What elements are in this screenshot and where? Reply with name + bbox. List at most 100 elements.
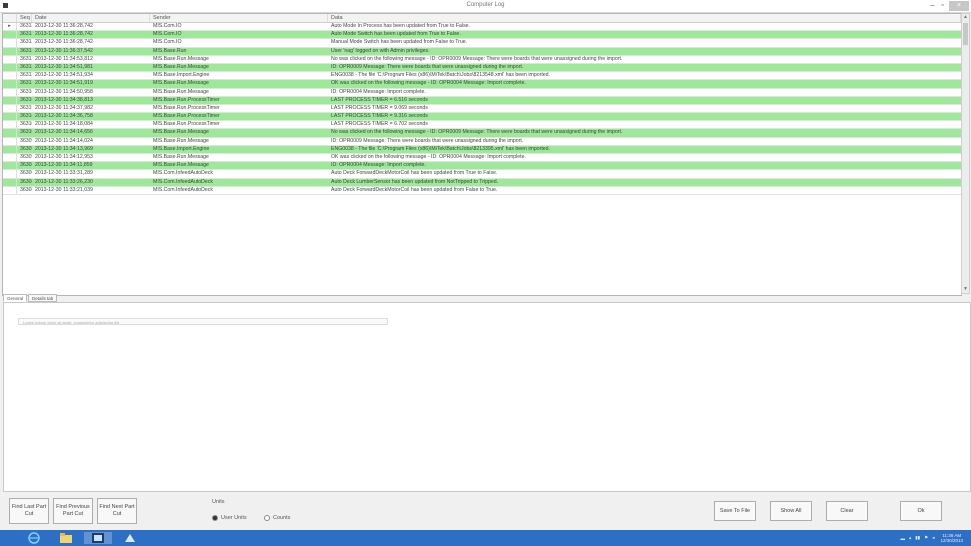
cell-data: No was clicked on the following message … xyxy=(331,55,623,62)
table-row[interactable]: 363132013-12-30 11:36:37,542 MIS.Base.Run… xyxy=(3,47,961,56)
grid-scrollbar[interactable]: ▲ ▼ xyxy=(961,13,970,294)
table-row[interactable]: 363082013-12-30 11:33:21,039 MIS.Com.Infe… xyxy=(3,186,961,195)
table-row[interactable]: 363192013-12-30 11:34:37,982 MIS.Base.Run… xyxy=(3,104,961,114)
clear-button[interactable]: Clear xyxy=(826,501,868,521)
tab-details[interactable]: Details tab xyxy=(28,294,58,302)
table-row[interactable]: 363162013-12-30 11:34:38,813 MIS.Base.Run… xyxy=(3,96,961,105)
maximize-button[interactable]: ▫ xyxy=(938,1,947,11)
header-data[interactable]: Data xyxy=(328,14,961,22)
clock[interactable]: 11:38 AM 12/30/2013 xyxy=(940,533,963,543)
cell-date: 2013-12-30 11:33:21,039 xyxy=(35,186,93,193)
cell-data: ENG0038 - The file 'C:\Program Files (x8… xyxy=(331,72,550,79)
flag-icon[interactable]: ⚑ xyxy=(924,535,928,541)
cell-seq: 36308 xyxy=(20,162,32,169)
table-row[interactable]: 363112013-12-30 11:34:51,934 MIS.Base.Imp… xyxy=(3,72,961,81)
grid-header: Seq Date Sender Data xyxy=(3,14,961,23)
cell-seq: 36312 xyxy=(20,55,32,62)
row-selector xyxy=(3,47,17,55)
cell-sender: MIS.Base.Run.ProcessTimer xyxy=(153,121,220,128)
table-row[interactable]: 363122013-12-30 11:36:28,742 MIS.Com.IO Au… xyxy=(3,31,961,40)
detail-field[interactable]: Lorem ipsum dolor sit amet, consectetur … xyxy=(18,318,388,325)
table-row[interactable]: 363182013-12-30 11:34:36,758 MIS.Base.Run… xyxy=(3,113,961,122)
cell-date: 2013-12-30 11:34:13,969 xyxy=(35,145,93,152)
cell-data: ID: OPR0004 Message: Import complete. xyxy=(331,88,426,95)
row-selector xyxy=(3,121,17,129)
scroll-down-arrow-icon[interactable]: ▼ xyxy=(962,286,969,293)
table-row[interactable]: 363092013-12-30 11:34:14,024 MIS.Base.Run… xyxy=(3,137,961,146)
minimize-button[interactable]: – xyxy=(928,1,937,11)
table-row[interactable]: 363122013-12-30 11:36:28,742 MIS.Com.IO Ma… xyxy=(3,39,961,48)
units-counts-option[interactable]: Counts xyxy=(264,515,290,521)
cell-date: 2013-12-30 11:34:53,812 xyxy=(35,55,93,62)
network-icon[interactable]: ▮▮ xyxy=(915,535,920,541)
cell-data: LAST PROCESS TIMER = 6.702 seconds xyxy=(331,121,428,128)
keyboard-icon[interactable]: ▬ xyxy=(900,536,905,541)
cell-seq: 36318 xyxy=(20,113,32,120)
table-row[interactable]: 363102013-12-30 11:34:14,656 MIS.Base.Run… xyxy=(3,129,961,138)
table-row[interactable]: 363162013-12-30 11:34:50,958 MIS.Base.Run… xyxy=(3,88,961,97)
cell-sender: MIS.Base.Run.Message xyxy=(153,137,209,144)
find-previous-part-cut-button[interactable]: Find Previous Part Cut xyxy=(53,498,93,524)
units-user-option[interactable]: User Units xyxy=(212,515,247,521)
table-row[interactable]: 363102013-12-30 11:34:18,084 MIS.Base.Run… xyxy=(3,121,961,130)
header-seq[interactable]: Seq xyxy=(17,14,32,22)
cell-sender: MIS.Com.InfeedAutoDeck xyxy=(153,170,213,177)
cell-seq: 36319 xyxy=(20,104,32,111)
table-row[interactable]: 363062013-12-30 11:33:31,289 MIS.Com.Infe… xyxy=(3,170,961,179)
cell-sender: MIS.Base.Run.Message xyxy=(153,154,209,160)
scroll-thumb[interactable] xyxy=(963,23,968,45)
cell-sender: MIS.Base.Import.Engine xyxy=(153,72,210,79)
find-next-part-cut-button[interactable]: Find Next Part Cut xyxy=(97,498,137,524)
cell-seq: 36312 xyxy=(20,39,32,46)
units-group: Units User Units Counts xyxy=(202,497,320,527)
cell-seq: 36312 xyxy=(20,80,32,87)
tab-general[interactable]: General xyxy=(3,294,28,302)
cell-sender: MIS.Com.InfeedAutoDeck xyxy=(153,178,213,185)
radio-selected-icon[interactable] xyxy=(212,515,218,521)
cell-sender: MIS.Base.Run.ProcessTimer xyxy=(153,104,220,111)
tray-arrow-icon[interactable]: ▴ xyxy=(909,535,911,541)
cell-sender: MIS.Base.Run.Message xyxy=(153,80,209,87)
radio-unselected-icon[interactable] xyxy=(264,515,270,521)
cell-data: OK was clicked on the following message … xyxy=(331,80,526,87)
table-row[interactable]: ▸363132013-12-30 11:36:28,742 MIS.Com.IO A… xyxy=(3,23,961,32)
units-label: Units xyxy=(212,499,225,505)
close-button[interactable]: × xyxy=(949,1,969,11)
log-grid[interactable]: Seq Date Sender Data ▸363132013-12-30 11… xyxy=(2,13,962,296)
save-to-file-button[interactable]: Save To File xyxy=(714,501,756,521)
row-selector xyxy=(3,72,17,80)
table-row[interactable]: 363112013-12-30 11:34:51,981 MIS.Base.Run… xyxy=(3,63,961,73)
row-selector xyxy=(3,145,17,153)
cell-seq: 36316 xyxy=(20,96,32,103)
table-row[interactable]: 363082013-12-30 11:34:11,859 MIS.Base.Run… xyxy=(3,162,961,171)
cell-sender: MIS.Base.Import.Engine xyxy=(153,145,210,152)
cell-seq: 36306 xyxy=(20,170,32,177)
table-row[interactable]: 363122013-12-30 11:34:51,919 MIS.Base.Run… xyxy=(3,80,961,89)
show-all-button[interactable]: Show All xyxy=(770,501,812,521)
internet-explorer-icon[interactable] xyxy=(20,532,48,544)
row-selector xyxy=(3,31,17,39)
table-row[interactable]: 363092013-12-30 11:34:12,953 MIS.Base.Run… xyxy=(3,154,961,163)
row-selector xyxy=(3,186,17,194)
cell-sender: MIS.Com.IO xyxy=(153,23,182,29)
scroll-up-arrow-icon[interactable]: ▲ xyxy=(962,14,969,21)
row-selector xyxy=(3,162,17,170)
header-date[interactable]: Date xyxy=(32,14,150,22)
row-selector xyxy=(3,170,17,178)
cell-sender: MIS.Base.Run.Message xyxy=(153,129,209,136)
ok-button[interactable]: Ok xyxy=(900,501,942,521)
cell-seq: 36312 xyxy=(20,31,32,38)
cell-sender: MIS.Com.IO xyxy=(153,39,182,46)
find-last-part-cut-button[interactable]: Find Last Part Cut xyxy=(9,498,49,524)
file-explorer-icon[interactable] xyxy=(52,532,80,544)
computer-log-app-icon[interactable] xyxy=(84,532,112,544)
row-selector xyxy=(3,39,17,47)
table-row[interactable]: 363082013-12-30 11:33:26,230 MIS.Com.Infe… xyxy=(3,178,961,187)
header-sender[interactable]: Sender xyxy=(150,14,328,22)
cell-date: 2013-12-30 11:34:18,084 xyxy=(35,121,93,128)
cell-data: Auto Deck LumberSensor has been updated … xyxy=(331,178,499,185)
mitek-app-icon[interactable] xyxy=(116,532,144,544)
table-row[interactable]: 363092013-12-30 11:34:13,969 MIS.Base.Imp… xyxy=(3,145,961,154)
table-row[interactable]: 363122013-12-30 11:34:53,812 MIS.Base.Run… xyxy=(3,55,961,64)
volume-icon[interactable]: ◂ xyxy=(932,535,934,541)
